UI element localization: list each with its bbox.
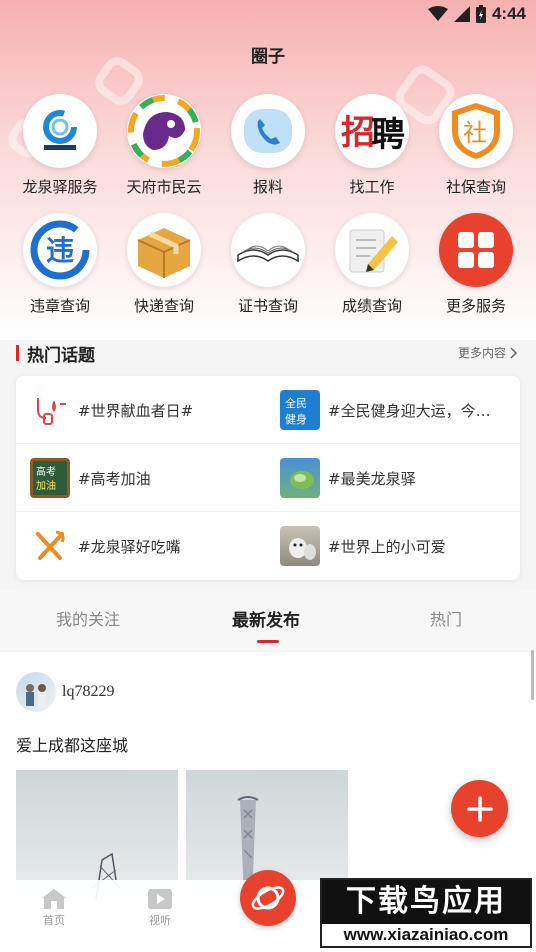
nav-video[interactable]: 视听 [130, 888, 190, 928]
topic-item[interactable]: #世界献血者日# [30, 390, 270, 430]
phone-icon [231, 94, 305, 168]
nav-home[interactable]: 首页 [24, 888, 84, 928]
fitness-badge-icon: 全民 健身 [280, 390, 320, 430]
topic-item[interactable]: #最美龙泉驿 [280, 458, 520, 498]
service-certificate[interactable]: 证书查询 [216, 213, 320, 316]
recruit-icon: 招聘 [335, 94, 409, 168]
grid-icon [439, 213, 513, 287]
service-label: 证书查询 [237, 297, 298, 315]
topics-title: 热门话题 [27, 346, 95, 366]
orbit-logo-icon [251, 886, 285, 910]
service-tianfu[interactable]: 天府市民云 [112, 94, 216, 197]
cutlery-icon [30, 526, 70, 566]
svg-text:聘: 聘 [371, 115, 405, 155]
pencil-icon [335, 213, 409, 287]
status-bar: 4:44 [0, 0, 536, 30]
add-post-button[interactable] [451, 780, 508, 837]
topic-text: #世界上的小可爱 [328, 537, 446, 556]
home-icon [42, 889, 66, 909]
topic-row: 高考 加油 #高考加油 #最美龙泉驿 [16, 444, 520, 512]
nav-label: 首页 [43, 914, 65, 927]
svg-text:加油: 加油 [36, 479, 56, 492]
topic-row: #龙泉驿好吃嘴 #世界上的小可爱 [16, 512, 520, 580]
service-longquan[interactable]: 龙泉驿服务 [8, 94, 112, 197]
watermark-url: www.xiazainiao.com [322, 924, 530, 946]
video-icon [148, 889, 172, 909]
topic-text: #高考加油 [78, 469, 151, 488]
service-label: 天府市民云 [126, 178, 202, 196]
tab-hot[interactable]: 热门 [430, 606, 462, 630]
wifi-icon [427, 6, 448, 21]
feed-tabs: 我的关注 最新发布 热门 [0, 590, 536, 650]
service-label: 找工作 [349, 178, 395, 196]
nav-label: 视听 [149, 914, 171, 927]
signal-icon [453, 6, 470, 22]
longquan-logo-icon [23, 94, 97, 168]
book-icon [231, 213, 305, 287]
service-more[interactable]: 更多服务 [424, 213, 528, 316]
watermark-title: 下载鸟应用 [322, 880, 530, 924]
violation-icon: 违 [23, 213, 97, 287]
post-text: 爱上成都这座城 [16, 736, 129, 755]
svg-text:高考: 高考 [36, 465, 56, 478]
watermark-logo: 下载鸟应用 www.xiazainiao.com [320, 878, 532, 948]
service-score[interactable]: 成绩查询 [320, 213, 424, 316]
svg-text:招: 招 [341, 113, 375, 153]
topic-text: #最美龙泉驿 [328, 469, 416, 488]
topic-item[interactable]: 高考 加油 #高考加油 [30, 458, 270, 498]
tianfu-app-icon [127, 94, 201, 168]
tab-latest[interactable]: 最新发布 [232, 606, 300, 631]
topic-row: #世界献血者日# 全民健身 #全民健身迎大运，今… [16, 376, 520, 444]
service-label: 成绩查询 [341, 297, 402, 315]
tab-following[interactable]: 我的关注 [56, 606, 120, 630]
avatar[interactable] [16, 672, 56, 712]
service-label: 快递查询 [133, 297, 194, 315]
service-label: 违章查询 [29, 297, 90, 315]
topics-card: #世界献血者日# 全民健身 #全民健身迎大运，今… 高考 加油 #高考加油 #最美… [16, 376, 520, 580]
scrollbar[interactable] [531, 650, 534, 700]
topic-item[interactable]: #世界上的小可爱 [280, 526, 520, 566]
pet-photo-icon [280, 526, 320, 566]
social-security-icon: 社 [439, 94, 513, 168]
service-label: 社保查询 [445, 178, 506, 196]
post-username[interactable]: lq78229 [62, 683, 114, 701]
service-social-security[interactable]: 社 社保查询 [424, 94, 528, 197]
service-label: 更多服务 [445, 297, 506, 315]
svg-text:违: 违 [46, 234, 74, 267]
circle-center-button[interactable] [240, 870, 296, 926]
plus-icon [466, 795, 493, 822]
topic-text: #全民健身迎大运，今… [328, 401, 491, 420]
blood-donation-icon [30, 390, 70, 430]
active-tab-indicator [257, 640, 279, 643]
service-express[interactable]: 快递查询 [112, 213, 216, 316]
topic-item[interactable]: 全民健身 #全民健身迎大运，今… [280, 390, 520, 430]
package-icon [127, 213, 201, 287]
service-jobs[interactable]: 招聘 找工作 [320, 94, 424, 197]
topic-text: #龙泉驿好吃嘴 [78, 537, 181, 556]
page-title: 圈子 [251, 47, 285, 67]
chalkboard-icon: 高考 加油 [30, 458, 70, 498]
topic-text: #世界献血者日# [78, 401, 194, 420]
more-topics-link[interactable]: 更多内容 [458, 344, 518, 361]
status-time: 4:44 [491, 4, 526, 23]
svg-text:健身: 健身 [285, 412, 307, 426]
more-topics-label: 更多内容 [457, 346, 506, 360]
section-accent-bar [16, 345, 19, 361]
service-grid-row-2: 违 违章查询 快递查询 证书查询 成绩查询 更多服务 [8, 213, 528, 316]
svg-text:社: 社 [463, 119, 487, 147]
service-report[interactable]: 报料 [216, 94, 320, 197]
topics-header: 热门话题 更多内容 [0, 340, 536, 368]
service-violation[interactable]: 违 违章查询 [8, 213, 112, 316]
service-label: 龙泉驿服务 [22, 178, 98, 196]
topic-item[interactable]: #龙泉驿好吃嘴 [30, 526, 270, 566]
svg-text:全民: 全民 [285, 396, 307, 410]
chevron-right-icon [510, 346, 518, 359]
service-label: 报料 [252, 178, 283, 196]
landscape-icon [280, 458, 320, 498]
battery-icon [475, 5, 486, 23]
service-grid-row-1: 龙泉驿服务 天府市民云 报料 招聘 找工作 社 社保查询 [8, 94, 528, 197]
